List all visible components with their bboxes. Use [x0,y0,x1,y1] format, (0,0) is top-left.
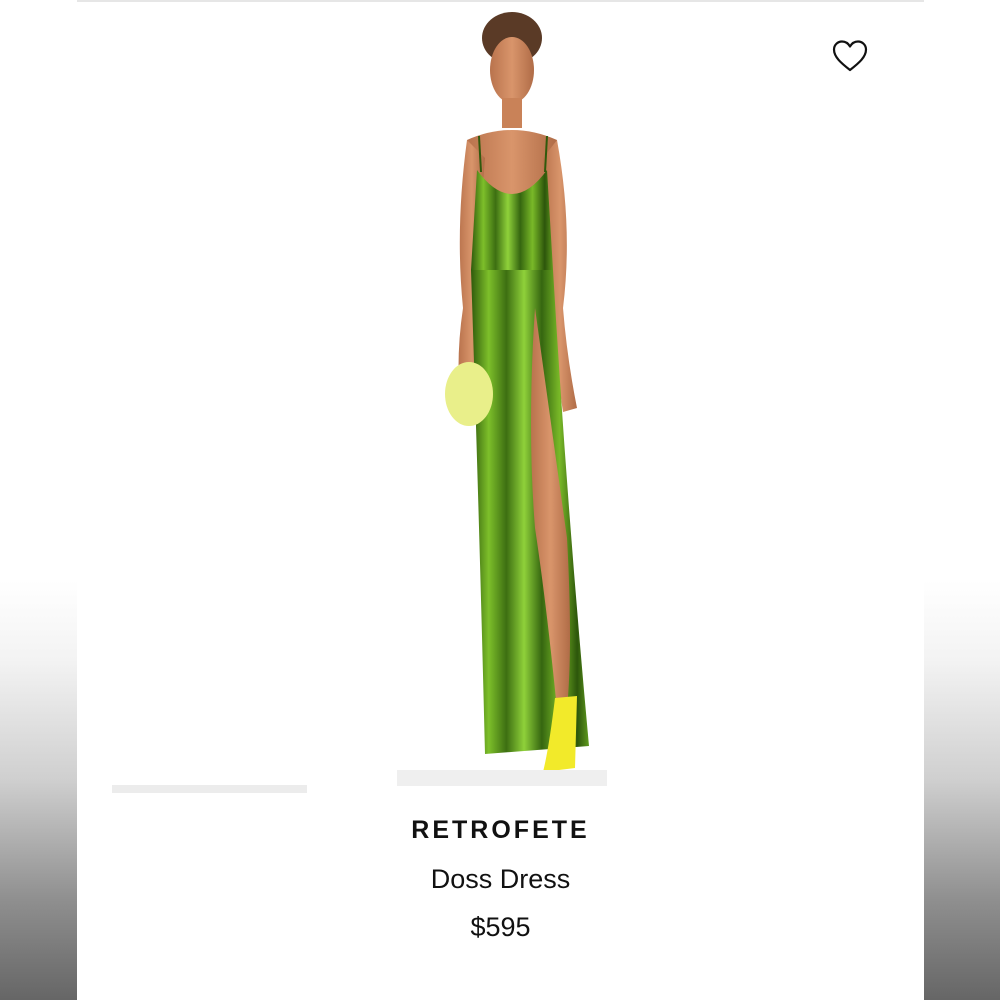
model-figure [397,12,607,786]
top-divider [77,0,924,2]
favorite-button[interactable] [830,36,870,76]
product-title[interactable]: Doss Dress [77,864,924,895]
heart-outline-icon [832,40,868,72]
left-backdrop [0,0,77,1000]
right-backdrop [924,0,1000,1000]
brand-name[interactable]: RETROFETE [77,816,924,845]
product-image[interactable] [367,8,637,786]
carousel-progress-indicator [112,785,307,793]
product-price: $595 [470,912,531,942]
product-card[interactable]: RETROFETE Doss Dress $595 [77,0,924,1000]
